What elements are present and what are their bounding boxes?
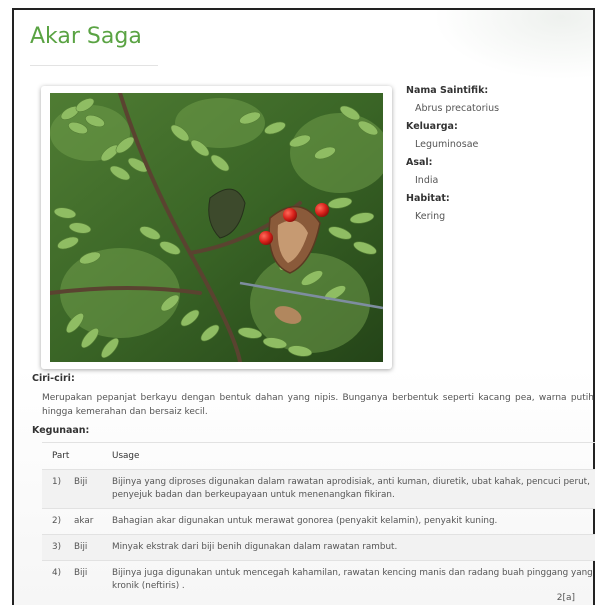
origin-value: India [415, 175, 439, 186]
habitat-label: Habitat: [406, 193, 450, 204]
page-title: Akar Saga [30, 24, 142, 49]
table-row: 3) Biji Minyak ekstrak dari biji benih d… [42, 534, 595, 561]
col-part-header: Part [42, 442, 112, 470]
table-row: 1) Biji Bijinya yang diproses digunakan … [42, 469, 595, 509]
row-number: 2) [42, 508, 74, 535]
plant-info: Nama Saintifik: Abrus precatorius Keluar… [406, 82, 586, 226]
origin-label: Asal: [406, 157, 433, 168]
row-number: 3) [42, 534, 74, 561]
row-number: 4) [42, 560, 74, 599]
plant-photo [50, 93, 383, 362]
abrus-precatorius-photo-icon [50, 93, 383, 362]
scientific-name-label: Nama Saintifik: [406, 85, 489, 96]
content-panel: Akar Saga Nama Saintifik: Abrus precator… [12, 8, 595, 605]
uses-table: Part Usage 1) Biji Bijinya yang diproses… [42, 442, 595, 599]
title-divider [30, 65, 158, 66]
scientific-name-value: Abrus precatorius [415, 103, 500, 114]
row-usage: Bijinya juga digunakan untuk mencegah ka… [112, 560, 595, 599]
row-usage: Bahagian akar digunakan untuk merawat go… [112, 508, 595, 535]
characteristics-text: Merupakan pepanjat berkayu dengan bentuk… [42, 393, 594, 417]
table-header: Part Usage [42, 442, 595, 470]
col-usage-header: Usage [112, 442, 595, 470]
family-label: Keluarga: [406, 121, 458, 132]
plant-photo-card [41, 86, 392, 369]
family-value: Leguminosae [415, 139, 479, 150]
table-row: 4) Biji Bijinya juga digunakan untuk men… [42, 560, 595, 599]
row-part: akar [74, 508, 112, 535]
row-usage: Bijinya yang diproses digunakan dalam ra… [112, 469, 595, 509]
table-row: 2) akar Bahagian akar digunakan untuk me… [42, 508, 595, 535]
page-indicator[interactable]: 2[a] [557, 593, 575, 603]
characteristics-heading: Ciri-ciri: [32, 373, 75, 384]
row-part: Biji [74, 534, 112, 561]
row-usage: Minyak ekstrak dari biji benih digunakan… [112, 534, 595, 561]
habitat-value: Kering [415, 211, 446, 222]
row-number: 1) [42, 469, 74, 509]
row-part: Biji [74, 469, 112, 509]
row-part: Biji [74, 560, 112, 599]
uses-heading: Kegunaan: [32, 425, 90, 436]
